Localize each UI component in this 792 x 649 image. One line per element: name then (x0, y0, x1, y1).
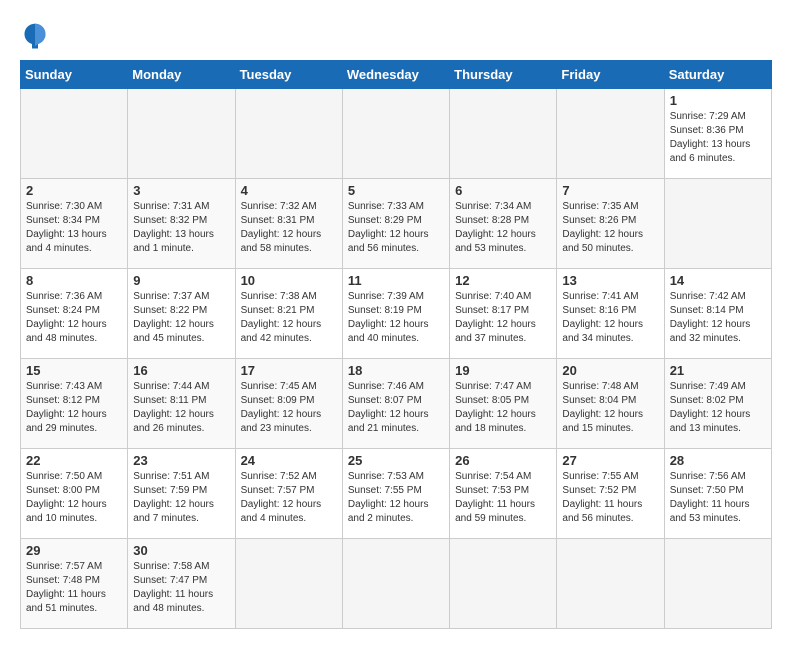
day-cell-21: 21 Sunrise: 7:49 AMSunset: 8:02 PMDaylig… (664, 359, 771, 449)
empty-cell (664, 539, 771, 629)
day-cell-19: 19 Sunrise: 7:47 AMSunset: 8:05 PMDaylig… (450, 359, 557, 449)
day-cell-18: 18 Sunrise: 7:46 AMSunset: 8:07 PMDaylig… (342, 359, 449, 449)
day-cell-22: 22 Sunrise: 7:50 AMSunset: 8:00 PMDaylig… (21, 449, 128, 539)
empty-cell (557, 539, 664, 629)
day-cell-16: 16 Sunrise: 7:44 AMSunset: 8:11 PMDaylig… (128, 359, 235, 449)
col-header-friday: Friday (557, 61, 664, 89)
day-cell-4: 4 Sunrise: 7:32 AMSunset: 8:31 PMDayligh… (235, 179, 342, 269)
day-cell-9: 9 Sunrise: 7:37 AMSunset: 8:22 PMDayligh… (128, 269, 235, 359)
day-cell-23: 23 Sunrise: 7:51 AMSunset: 7:59 PMDaylig… (128, 449, 235, 539)
empty-cell (128, 89, 235, 179)
day-cell-1: 1 Sunrise: 7:29 AMSunset: 8:36 PMDayligh… (664, 89, 771, 179)
logo-icon (20, 20, 50, 50)
day-cell-27: 27 Sunrise: 7:55 AMSunset: 7:52 PMDaylig… (557, 449, 664, 539)
col-header-tuesday: Tuesday (235, 61, 342, 89)
day-cell-17: 17 Sunrise: 7:45 AMSunset: 8:09 PMDaylig… (235, 359, 342, 449)
empty-cell (342, 89, 449, 179)
day-cell-13: 13 Sunrise: 7:41 AMSunset: 8:16 PMDaylig… (557, 269, 664, 359)
empty-cell (21, 89, 128, 179)
day-cell-8: 8 Sunrise: 7:36 AMSunset: 8:24 PMDayligh… (21, 269, 128, 359)
col-header-wednesday: Wednesday (342, 61, 449, 89)
col-header-saturday: Saturday (664, 61, 771, 89)
day-cell-15: 15 Sunrise: 7:43 AMSunset: 8:12 PMDaylig… (21, 359, 128, 449)
col-header-sunday: Sunday (21, 61, 128, 89)
empty-cell (235, 89, 342, 179)
col-header-thursday: Thursday (450, 61, 557, 89)
day-cell-29: 29 Sunrise: 7:57 AMSunset: 7:48 PMDaylig… (21, 539, 128, 629)
day-cell-24: 24 Sunrise: 7:52 AMSunset: 7:57 PMDaylig… (235, 449, 342, 539)
page-header (20, 20, 772, 50)
day-cell-26: 26 Sunrise: 7:54 AMSunset: 7:53 PMDaylig… (450, 449, 557, 539)
day-cell-3: 3 Sunrise: 7:31 AMSunset: 8:32 PMDayligh… (128, 179, 235, 269)
day-cell-14: 14 Sunrise: 7:42 AMSunset: 8:14 PMDaylig… (664, 269, 771, 359)
day-cell-2: 2 Sunrise: 7:30 AMSunset: 8:34 PMDayligh… (21, 179, 128, 269)
day-cell-20: 20 Sunrise: 7:48 AMSunset: 8:04 PMDaylig… (557, 359, 664, 449)
day-cell-25: 25 Sunrise: 7:53 AMSunset: 7:55 PMDaylig… (342, 449, 449, 539)
logo (20, 20, 54, 50)
day-cell-11: 11 Sunrise: 7:39 AMSunset: 8:19 PMDaylig… (342, 269, 449, 359)
day-cell-30: 30 Sunrise: 7:58 AMSunset: 7:47 PMDaylig… (128, 539, 235, 629)
empty-cell (450, 89, 557, 179)
empty-cell (450, 539, 557, 629)
day-cell-5: 5 Sunrise: 7:33 AMSunset: 8:29 PMDayligh… (342, 179, 449, 269)
empty-cell (664, 179, 771, 269)
empty-cell (557, 89, 664, 179)
day-cell-7: 7 Sunrise: 7:35 AMSunset: 8:26 PMDayligh… (557, 179, 664, 269)
day-cell-10: 10 Sunrise: 7:38 AMSunset: 8:21 PMDaylig… (235, 269, 342, 359)
calendar-table: SundayMondayTuesdayWednesdayThursdayFrid… (20, 60, 772, 629)
day-cell-12: 12 Sunrise: 7:40 AMSunset: 8:17 PMDaylig… (450, 269, 557, 359)
day-cell-6: 6 Sunrise: 7:34 AMSunset: 8:28 PMDayligh… (450, 179, 557, 269)
col-header-monday: Monday (128, 61, 235, 89)
empty-cell (235, 539, 342, 629)
empty-cell (342, 539, 449, 629)
day-cell-28: 28 Sunrise: 7:56 AMSunset: 7:50 PMDaylig… (664, 449, 771, 539)
